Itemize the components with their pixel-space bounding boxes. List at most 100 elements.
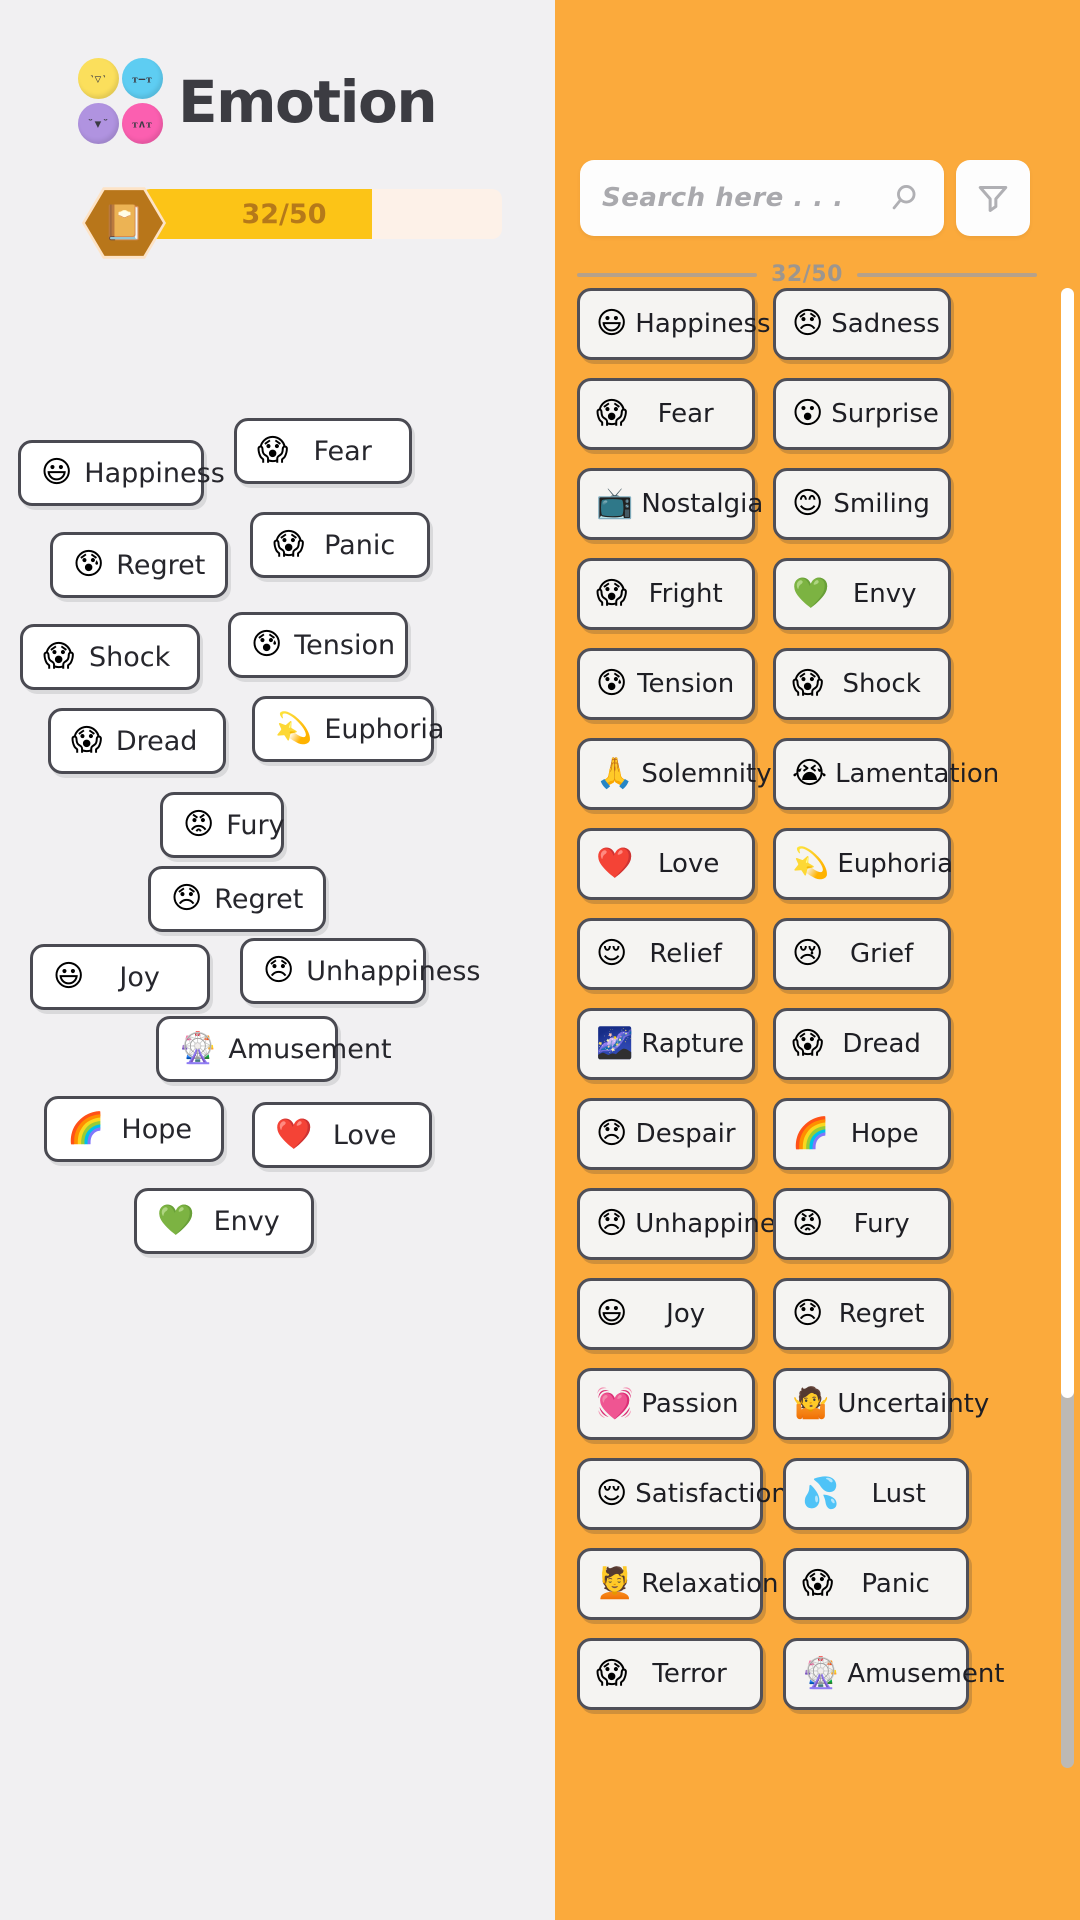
emotion-emoji-icon: 🎡 xyxy=(179,1031,217,1066)
emotion-list-item[interactable]: 😱 Dread xyxy=(773,1008,951,1080)
emotion-list-item[interactable]: 😱 Fright xyxy=(577,558,755,630)
selected-emotion-chip[interactable]: 😃 Happiness xyxy=(18,440,225,506)
selected-emotion-chip[interactable]: 😰 Tension xyxy=(228,612,408,678)
emotion-label: Regret xyxy=(116,549,206,581)
emotion-emoji-icon: 💓 xyxy=(596,1386,634,1421)
emotion-list-item[interactable]: 😱 Terror xyxy=(577,1638,763,1710)
selected-emotion-chip[interactable]: 😃 Joy xyxy=(30,944,210,1010)
emotion-list-item[interactable]: 😱 Fear xyxy=(577,378,755,450)
emotion-emoji-icon: 😰 xyxy=(596,666,628,701)
emotion-label: Fright xyxy=(648,579,723,609)
emotion-label: Shock xyxy=(89,641,171,673)
emotion-emoji-icon: 😱 xyxy=(802,1566,834,1601)
emotion-list-item[interactable]: 😢 Grief xyxy=(773,918,951,990)
selected-emotion-chip[interactable]: 😞 Unhappiness xyxy=(240,938,480,1004)
emotion-list-item[interactable]: 😮 Surprise xyxy=(773,378,951,450)
selected-emotion-chip[interactable]: 🌈 Hope xyxy=(44,1096,224,1162)
emotion-label: Dread xyxy=(842,1029,921,1059)
emotion-emoji-icon: 💫 xyxy=(275,711,313,746)
emotion-list-item[interactable]: 😞 Unhappiness xyxy=(577,1188,803,1260)
emotion-list-item[interactable]: 😊 Smiling xyxy=(773,468,951,540)
emotion-label: Unhappiness xyxy=(306,955,481,987)
emotion-emoji-icon: 😌 xyxy=(596,1476,628,1511)
emotion-label: Panic xyxy=(324,529,396,561)
filter-button[interactable] xyxy=(956,160,1030,236)
emotion-list-item[interactable]: 😃 Joy xyxy=(577,1278,755,1350)
emotion-list-item[interactable]: 💦 Lust xyxy=(783,1458,969,1530)
search-input[interactable]: Search here . . . xyxy=(580,160,944,236)
selected-emotion-chip[interactable]: 💫 Euphoria xyxy=(252,696,444,762)
emotion-label: Amusement xyxy=(847,1659,1005,1689)
emotion-label: Happiness xyxy=(84,457,225,489)
emotion-emoji-icon: 😃 xyxy=(41,455,73,490)
emotion-label: Joy xyxy=(666,1299,706,1329)
emotion-list-item[interactable]: 🤷 Uncertainty xyxy=(773,1368,989,1440)
emotion-list-item[interactable]: 🙏 Solemnity xyxy=(577,738,772,810)
emotion-list-item[interactable]: 😞 Regret xyxy=(773,1278,951,1350)
search-icon[interactable] xyxy=(886,180,922,216)
emotion-list-item[interactable]: 💫 Euphoria xyxy=(773,828,953,900)
emotion-list-item[interactable]: 📺 Nostalgia xyxy=(577,468,763,540)
selected-emotion-chip[interactable]: ❤️ Love xyxy=(252,1102,432,1168)
scrollbar[interactable] xyxy=(1061,288,1074,1768)
emotion-label: Dread xyxy=(115,725,198,757)
emotion-emoji-icon: 😭 xyxy=(792,756,828,791)
emotion-list-item[interactable]: 💓 Passion xyxy=(577,1368,755,1440)
emotion-label: Nostalgia xyxy=(641,489,764,519)
selected-emotion-chip[interactable]: 🎡 Amusement xyxy=(156,1016,392,1082)
selected-emotion-chip[interactable]: 💚 Envy xyxy=(134,1188,314,1254)
emotion-label: Fury xyxy=(226,809,285,841)
progress-label: 32/50 xyxy=(241,198,327,230)
selected-emotion-chip[interactable]: 😞 Regret xyxy=(148,866,326,932)
emotion-list-item[interactable]: 😌 Satisfaction xyxy=(577,1458,788,1530)
emotion-emoji-icon: 😡 xyxy=(183,807,215,842)
emotion-label: Solemnity xyxy=(641,759,772,789)
emotion-emoji-icon: 😰 xyxy=(251,627,283,662)
selected-emotion-chip[interactable]: 😱 Fear xyxy=(234,418,412,484)
emotion-list: 😃 Happiness 😞 Sadness 😱 Fear 😮 Surprise 📺 Nostalg… xyxy=(555,288,1080,1728)
emotion-list-item[interactable]: 💚 Envy xyxy=(773,558,951,630)
emotion-label: Regret xyxy=(838,1299,925,1329)
emotion-emoji-icon: ❤️ xyxy=(275,1117,313,1152)
selected-emotion-chip[interactable]: 😱 Panic xyxy=(250,512,430,578)
emotion-list-item[interactable]: 🌌 Rapture xyxy=(577,1008,755,1080)
selected-emotion-chip[interactable]: 😰 Regret xyxy=(50,532,228,598)
emotion-list-item[interactable]: ❤️ Love xyxy=(577,828,755,900)
emotion-label: Sadness xyxy=(831,309,940,339)
emotion-list-scroll[interactable]: 😃 Happiness 😞 Sadness 😱 Fear 😮 Surprise 📺 Nostalg… xyxy=(555,288,1080,1768)
emotion-emoji-icon: 😞 xyxy=(596,1206,628,1241)
emotion-list-item[interactable]: 😱 Panic xyxy=(783,1548,969,1620)
emotion-list-item[interactable]: 🎡 Amusement xyxy=(783,1638,1005,1710)
emotion-list-item[interactable]: 🌈 Hope xyxy=(773,1098,951,1170)
emotion-emoji-icon: 💫 xyxy=(792,846,830,881)
emotion-label: Amusement xyxy=(228,1033,392,1065)
blue-face-expression: ᴛ–ᴛ xyxy=(132,72,153,85)
emotion-label: Uncertainty xyxy=(837,1389,990,1419)
emotion-label: Fury xyxy=(853,1209,910,1239)
emotion-list-item[interactable]: 😭 Lamentation xyxy=(773,738,999,810)
emotion-label: Grief xyxy=(850,939,914,969)
emotion-list-item[interactable]: 😡 Fury xyxy=(773,1188,951,1260)
selected-emotions-canvas[interactable]: 😃 Happiness 😱 Fear 😰 Regret 😱 Panic 😱 Shock 😰 Tensi… xyxy=(0,418,555,1400)
progress-indicator: 32/50 📔 xyxy=(82,185,502,259)
emotion-list-item[interactable]: 😃 Happiness xyxy=(577,288,771,360)
purple-face: ˘▼˘ xyxy=(78,103,119,144)
emotion-list-item[interactable]: 💆 Relaxation xyxy=(577,1548,779,1620)
selected-emotion-chip[interactable]: 😡 Fury xyxy=(160,792,285,858)
emotion-list-item[interactable]: 😱 Shock xyxy=(773,648,951,720)
emotion-list-item[interactable]: 😰 Tension xyxy=(577,648,755,720)
emotion-list-item[interactable]: 😞 Sadness xyxy=(773,288,951,360)
emotion-list-item[interactable]: 😞 Despair xyxy=(577,1098,755,1170)
emotion-emoji-icon: 😱 xyxy=(792,666,824,701)
selected-emotion-chip[interactable]: 😱 Dread xyxy=(48,708,226,774)
emotion-list-item[interactable]: 😌 Relief xyxy=(577,918,755,990)
selected-emotion-chip[interactable]: 😱 Shock xyxy=(20,624,200,690)
scrollbar-thumb[interactable] xyxy=(1061,288,1074,1398)
emotion-emoji-icon: 😃 xyxy=(53,959,85,994)
emotion-label: Shock xyxy=(842,669,921,699)
emotion-emoji-icon: 😞 xyxy=(263,953,295,988)
app-logo: ˺▽˺ ᴛ–ᴛ ˘▼˘ ᴛʌᴛ xyxy=(78,58,164,146)
right-panel: Search here . . . 32/50 😃 Happiness 😞 Sa… xyxy=(555,0,1080,1920)
emotion-emoji-icon: 🤷 xyxy=(792,1386,830,1421)
emotion-emoji-icon: 😮 xyxy=(792,396,824,431)
